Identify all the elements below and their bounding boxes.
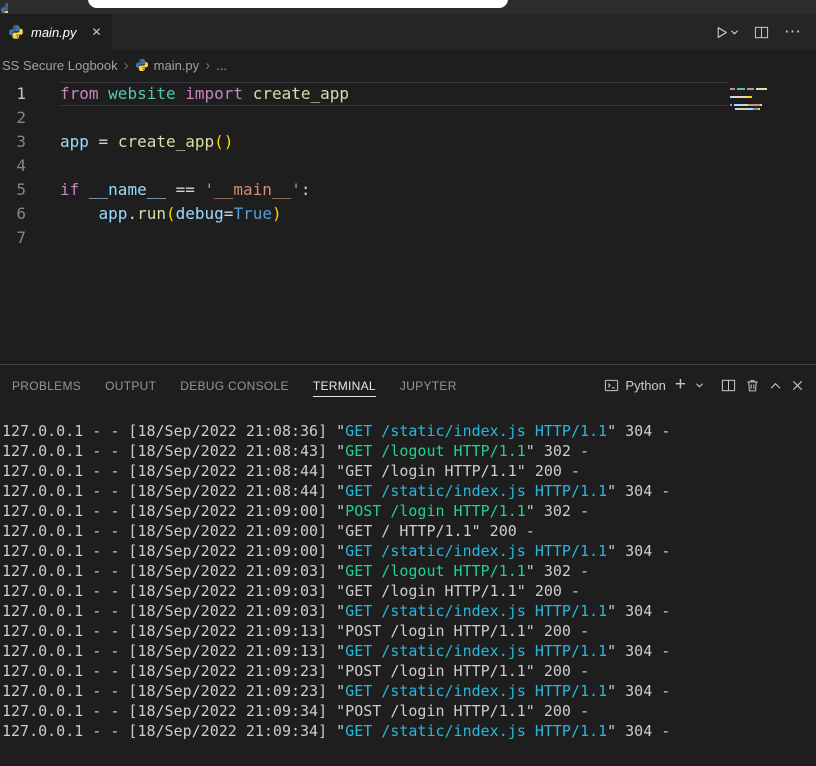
terminal-line: 127.0.0.1 - - [18/Sep/2022 21:09:00] "PO…: [2, 502, 590, 520]
terminal-line: 127.0.0.1 - - [18/Sep/2022 21:08:43] "GE…: [2, 442, 590, 460]
code-line: if __name__ == '__main__':: [60, 180, 311, 199]
line-number: 2: [16, 108, 26, 127]
terminal-line: 127.0.0.1 - - [18/Sep/2022 21:09:34] "GE…: [2, 722, 671, 740]
panel-tab-output[interactable]: OUTPUT: [105, 373, 156, 397]
new-terminal-button[interactable]: +: [675, 375, 686, 394]
breadcrumb-item[interactable]: SS Secure Logbook: [2, 58, 118, 73]
terminal-line: 127.0.0.1 - - [18/Sep/2022 21:08:44] "GE…: [2, 462, 580, 480]
editor-code[interactable]: from website import create_appapp = crea…: [46, 82, 728, 364]
breadcrumb-label: main.py: [153, 57, 200, 73]
vscode-window: main.py ✕ ⋯ SS Secure Logbook › main.py ›.…: [0, 0, 816, 741]
minimap-line: [730, 108, 770, 110]
panel-tab-problems[interactable]: PROBLEMS: [12, 373, 81, 397]
terminal-line: 127.0.0.1 - - [18/Sep/2022 21:09:00] "GE…: [2, 522, 535, 540]
editor-gutter: 1 2 3 4 5 6 7: [0, 82, 46, 364]
breadcrumb-separator-icon: ›: [205, 56, 211, 74]
split-editor-button[interactable]: [754, 25, 769, 40]
terminal-line: 127.0.0.1 - - [18/Sep/2022 21:09:23] "GE…: [2, 682, 671, 700]
terminal-line: 127.0.0.1 - - [18/Sep/2022 21:09:00] "GE…: [2, 542, 671, 560]
breadcrumb-separator-icon: ›: [123, 56, 129, 74]
line-number: 5: [16, 180, 26, 199]
terminal-output[interactable]: 127.0.0.1 - - [18/Sep/2022 21:08:36] "GE…: [0, 405, 816, 741]
kill-terminal-button[interactable]: [745, 378, 760, 393]
minimap-line: [730, 112, 770, 114]
tab-main-py[interactable]: main.py ✕: [0, 14, 112, 50]
python-icon: [1, 3, 8, 13]
minimap-line: [730, 104, 770, 106]
line-number: 1: [16, 84, 26, 103]
maximize-panel-button[interactable]: [769, 381, 782, 390]
title-bar: [0, 0, 816, 14]
code-line: app = create_app(): [60, 132, 234, 151]
trash-icon: [747, 379, 758, 391]
terminal-icon: [605, 379, 619, 391]
close-tab-icon[interactable]: ✕: [92, 25, 102, 39]
line-number: 3: [16, 132, 26, 151]
tab-title: main.py: [31, 24, 77, 40]
panel-actions: Python +: [604, 375, 816, 394]
close-panel-button[interactable]: [791, 379, 804, 392]
split-terminal-button[interactable]: [721, 378, 736, 393]
breadcrumb-label: SS Secure Logbook: [2, 57, 118, 73]
terminal-line: 127.0.0.1 - - [18/Sep/2022 21:09:03] "GE…: [2, 582, 580, 600]
terminal-line: 127.0.0.1 - - [18/Sep/2022 21:09:13] "GE…: [2, 642, 671, 660]
line-number: 7: [16, 228, 26, 247]
python-icon: [135, 59, 148, 71]
minimap-line: [730, 96, 770, 98]
line-number: 4: [16, 156, 26, 175]
panel-tab-jupyter[interactable]: JUPYTER: [400, 373, 457, 397]
more-actions-button[interactable]: ⋯: [784, 22, 802, 42]
close-icon: [792, 380, 803, 390]
minimap-line: [730, 100, 770, 102]
editor-tab-bar: main.py ✕ ⋯: [0, 14, 816, 50]
terminal-line: 127.0.0.1 - - [18/Sep/2022 21:09:23] "PO…: [2, 662, 590, 680]
ellipsis-icon: ⋯: [784, 22, 802, 41]
run-icon: [717, 26, 727, 38]
terminal-line: 127.0.0.1 - - [18/Sep/2022 21:09:03] "GE…: [2, 602, 671, 620]
split-terminal-icon: [721, 379, 736, 391]
breadcrumb-item[interactable]: main.py: [135, 57, 200, 73]
terminal-profile[interactable]: Python: [604, 377, 666, 393]
code-line: from website import create_app: [60, 82, 728, 106]
panel-tabs: PROBLEMS OUTPUT DEBUG CONSOLE TERMINAL JUPYT…: [0, 365, 469, 405]
panel-tab-terminal[interactable]: TERMINAL: [312, 373, 376, 397]
run-button[interactable]: [714, 25, 739, 40]
split-editor-icon: [754, 26, 769, 38]
panel-header: PROBLEMS OUTPUT DEBUG CONSOLE TERMINAL JUPYT…: [0, 365, 816, 405]
code-line: app.run(debug=True): [98, 204, 282, 223]
chevron-down-icon: [696, 382, 703, 388]
breadcrumb-item[interactable]: ...: [216, 58, 227, 73]
python-icon-slot: [8, 24, 24, 40]
minimap[interactable]: [730, 88, 770, 116]
quick-input-popup[interactable]: [88, 0, 508, 8]
python-icon: [9, 25, 23, 39]
breadcrumb-label: ...: [216, 57, 228, 73]
edge-python-icon: [0, 2, 8, 13]
editor[interactable]: 1 2 3 4 5 6 7 from website import create_appap…: [0, 80, 816, 364]
terminal-profile-label: Python: [625, 377, 666, 393]
bottom-panel: PROBLEMS OUTPUT DEBUG CONSOLE TERMINAL JUPYT…: [0, 364, 816, 741]
chevron-up-icon: [770, 382, 781, 389]
terminal-line: 127.0.0.1 - - [18/Sep/2022 21:09:34] "PO…: [2, 702, 590, 720]
terminal-line: 127.0.0.1 - - [18/Sep/2022 21:09:13] "PO…: [2, 622, 590, 640]
minimap-line: [730, 92, 770, 94]
editor-actions: ⋯: [714, 14, 816, 50]
terminal-line: 127.0.0.1 - - [18/Sep/2022 21:08:44] "GE…: [2, 482, 671, 500]
terminal-dropdown-button[interactable]: [695, 382, 704, 389]
chevron-down-icon: [731, 29, 738, 35]
terminal-line: 127.0.0.1 - - [18/Sep/2022 21:08:36] "GE…: [2, 422, 671, 440]
line-number: 6: [16, 204, 26, 223]
breadcrumb: SS Secure Logbook › main.py ›...: [0, 50, 816, 80]
terminal-line: 127.0.0.1 - - [18/Sep/2022 21:09:03] "GE…: [2, 562, 590, 580]
minimap-line: [730, 88, 770, 90]
panel-tab-debug-console[interactable]: DEBUG CONSOLE: [180, 373, 289, 397]
